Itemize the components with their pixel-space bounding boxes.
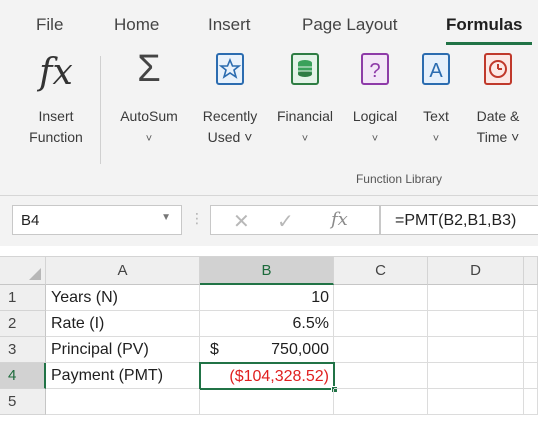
cell-d1[interactable]	[428, 285, 524, 311]
column-header-e[interactable]	[524, 257, 538, 285]
ribbon: File Home Insert Page Layout Formulas fx…	[0, 0, 538, 196]
cell-d3[interactable]	[428, 337, 524, 363]
name-box-value: B4	[21, 212, 40, 229]
clock-book-icon	[483, 52, 513, 91]
cell-d5[interactable]	[428, 389, 524, 415]
text-label: Text	[423, 108, 449, 124]
tab-home[interactable]: Home	[114, 15, 159, 35]
chevron-down-icon: ˅	[432, 133, 440, 145]
cell-b2[interactable]: 6.5%	[200, 311, 334, 337]
column-header-a[interactable]: A	[46, 257, 200, 285]
recently-used-label-1: Recently	[202, 108, 258, 124]
date-time-label-1: Date &	[476, 108, 520, 124]
cell-a1[interactable]: Years (N)	[46, 285, 200, 311]
worksheet-grid: A B C D 1 2 3 4 5 Years (N) 10 Rate (I) …	[0, 256, 538, 424]
cell-b5[interactable]	[200, 389, 334, 415]
coins-book-icon	[290, 52, 320, 91]
column-header-d[interactable]: D	[428, 257, 524, 285]
row-header-3[interactable]: 3	[0, 337, 46, 363]
chevron-down-icon: ˅	[145, 133, 153, 145]
cell-e3[interactable]	[524, 337, 538, 363]
divider	[100, 56, 101, 164]
row-header-4[interactable]: 4	[0, 363, 46, 389]
name-box[interactable]: B4 ▼	[12, 205, 182, 235]
tab-file[interactable]: File	[36, 15, 63, 35]
insert-function-label-2: Function	[29, 129, 83, 145]
sigma-icon: Σ	[137, 48, 161, 90]
tab-page-layout[interactable]: Page Layout	[302, 15, 397, 35]
formula-bar: B4 ▼ ⋮ ✕ ✓ fx =PMT(B2,B1,B3)	[0, 196, 538, 246]
cell-e4[interactable]	[524, 363, 538, 389]
cell-a2[interactable]: Rate (I)	[46, 311, 200, 337]
function-library-group-title: Function Library	[355, 172, 443, 186]
cell-e5[interactable]	[524, 389, 538, 415]
column-header-b[interactable]: B	[200, 257, 334, 285]
select-all-corner[interactable]	[0, 257, 46, 285]
star-book-icon	[215, 52, 245, 91]
chevron-down-icon[interactable]: ▼	[161, 212, 171, 223]
formula-bar-buttons: ✕ ✓ fx	[210, 205, 380, 235]
row-header-1[interactable]: 1	[0, 285, 46, 311]
date-time-label-2: Time ˅	[476, 129, 520, 145]
cell-b1[interactable]: 10	[200, 285, 334, 311]
autosum-label: AutoSum	[120, 108, 178, 124]
cell-c5[interactable]	[334, 389, 428, 415]
cell-e2[interactable]	[524, 311, 538, 337]
formula-input[interactable]: =PMT(B2,B1,B3)	[380, 205, 538, 235]
cell-a3[interactable]: Principal (PV)	[46, 337, 200, 363]
question-book-icon: ?	[360, 52, 390, 91]
column-header-c[interactable]: C	[334, 257, 428, 285]
chevron-down-icon: ˅	[371, 133, 379, 145]
cancel-icon[interactable]: ✕	[233, 209, 250, 234]
row-header-2[interactable]: 2	[0, 311, 46, 337]
cell-c1[interactable]	[334, 285, 428, 311]
cell-c2[interactable]	[334, 311, 428, 337]
tab-formulas[interactable]: Formulas	[446, 15, 523, 35]
currency-symbol: $	[210, 341, 219, 358]
drag-handle-icon[interactable]: ⋮	[190, 210, 204, 227]
cell-d4[interactable]	[428, 363, 524, 389]
cell-a5[interactable]	[46, 389, 200, 415]
financial-label: Financial	[276, 108, 334, 124]
insert-function-label-1: Insert	[38, 108, 74, 124]
insert-function-icon[interactable]: fx	[331, 209, 348, 230]
cell-d2[interactable]	[428, 311, 524, 337]
fx-icon: fx	[39, 52, 73, 93]
chevron-down-icon: ˅	[301, 133, 309, 145]
enter-check-icon[interactable]: ✓	[277, 209, 294, 234]
active-tab-indicator	[446, 42, 532, 45]
cell-b4[interactable]: ($104,328.52)	[199, 362, 335, 390]
cell-c3[interactable]	[334, 337, 428, 363]
cell-c4[interactable]	[334, 363, 428, 389]
cell-e1[interactable]	[524, 285, 538, 311]
logical-label: Logical	[352, 108, 398, 124]
row-header-5[interactable]: 5	[0, 389, 46, 415]
cell-b3[interactable]: $ 750,000	[200, 337, 334, 363]
svg-text:?: ?	[369, 60, 380, 82]
svg-text:A: A	[429, 60, 443, 82]
tab-insert[interactable]: Insert	[208, 15, 251, 35]
text-book-icon: A	[421, 52, 451, 91]
cell-b3-value: 750,000	[271, 341, 329, 358]
cell-a4[interactable]: Payment (PMT)	[46, 363, 200, 389]
formula-text: =PMT(B2,B1,B3)	[395, 212, 517, 229]
recently-used-label-2: Used ˅	[207, 129, 253, 145]
